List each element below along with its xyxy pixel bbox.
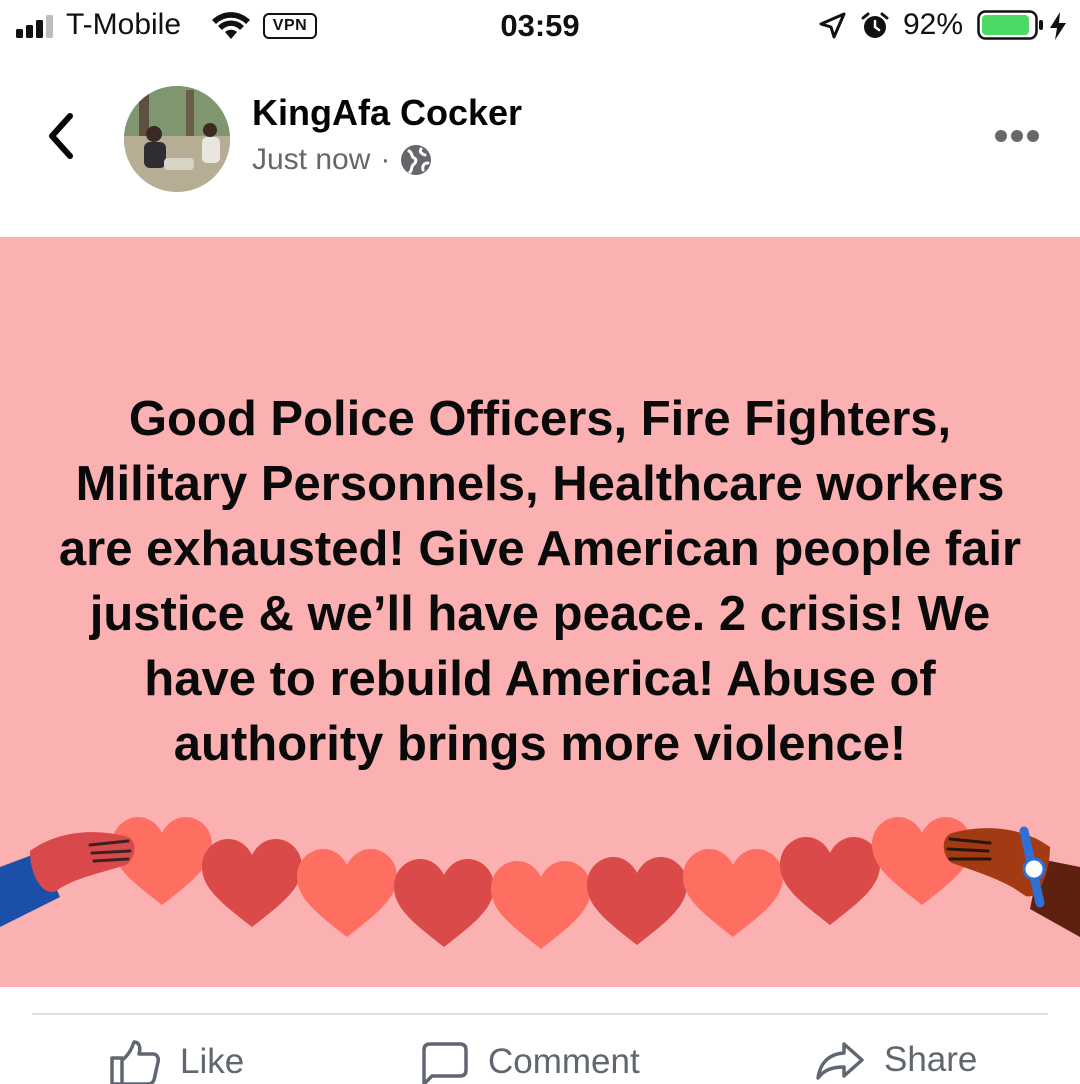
comment-label: Comment xyxy=(488,1042,640,1081)
heart-2 xyxy=(202,839,302,927)
battery-percentage: 92% xyxy=(903,8,964,41)
share-arrow-icon xyxy=(816,1042,864,1080)
more-dots-icon xyxy=(995,130,1039,142)
globe-icon[interactable] xyxy=(400,144,432,176)
post-meta: Just now · xyxy=(252,143,432,177)
status-bar: T-Mobile VPN 03:59 92% xyxy=(0,0,1080,56)
left-hand xyxy=(0,832,135,927)
location-arrow-icon xyxy=(819,12,846,39)
hearts-chain xyxy=(112,817,972,949)
heart-5 xyxy=(491,861,591,949)
post-text: Good Police Officers, Fire Fighters, Mil… xyxy=(58,392,1022,771)
heart-4 xyxy=(394,859,494,947)
share-button[interactable]: Share xyxy=(816,1040,977,1080)
alarm-icon xyxy=(861,12,889,38)
comment-bubble-icon xyxy=(422,1042,468,1084)
action-bar-divider xyxy=(32,1013,1048,1015)
heart-3 xyxy=(297,849,397,937)
right-hand xyxy=(943,826,1080,937)
comment-button[interactable]: Comment xyxy=(422,1040,640,1084)
like-label: Like xyxy=(180,1042,245,1081)
back-button[interactable] xyxy=(40,110,80,162)
share-label: Share xyxy=(884,1040,978,1079)
thumbs-up-icon xyxy=(110,1040,160,1084)
like-button[interactable]: Like xyxy=(108,1040,244,1084)
heart-7 xyxy=(683,849,783,937)
chevron-left-icon xyxy=(49,113,73,159)
charging-bolt-icon xyxy=(1050,12,1066,40)
more-options-button[interactable] xyxy=(994,128,1040,144)
avatar[interactable] xyxy=(124,86,230,192)
avatar-photo xyxy=(124,86,230,192)
heart-8 xyxy=(780,837,880,925)
heart-6 xyxy=(587,857,687,945)
battery-level-fill xyxy=(982,15,1029,35)
heart-garland-hands-illustration xyxy=(0,817,1080,949)
meta-separator: · xyxy=(380,143,391,176)
post-timestamp[interactable]: Just now xyxy=(252,143,370,177)
battery-icon xyxy=(977,10,1043,40)
post-background-card[interactable]: Good Police Officers, Fire Fighters, Mil… xyxy=(0,237,1080,987)
author-name[interactable]: KingAfa Cocker xyxy=(252,92,522,134)
